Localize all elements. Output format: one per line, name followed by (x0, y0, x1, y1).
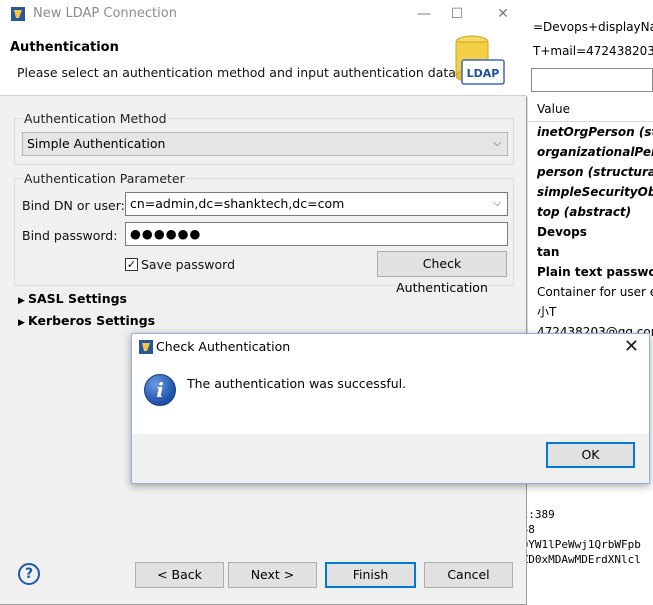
table-row[interactable]: 小T (528, 302, 653, 322)
bind-password-input[interactable]: ●●●●●● (125, 222, 508, 246)
table-row[interactable]: inetOrgPerson (str (528, 122, 653, 142)
maximize-icon[interactable]: ☐ (446, 3, 468, 25)
modal-title: Check Authentication (156, 339, 291, 354)
next-button[interactable]: Next > (228, 562, 317, 588)
ok-button[interactable]: OK (546, 442, 635, 468)
sasl-settings-label: SASL Settings (28, 291, 127, 306)
background-filter-input[interactable] (531, 68, 653, 92)
kerberos-settings-expander[interactable]: ▶ Kerberos Settings (18, 313, 155, 328)
auth-parameter-group: Authentication Parameter Bind DN or user… (14, 171, 514, 295)
background-log-line: 148 (515, 523, 653, 536)
bind-dn-combo[interactable]: cn=admin,dc=shanktech,dc=com ⌵ (125, 192, 508, 216)
auth-method-select[interactable]: Simple Authentication ⌵ (22, 132, 508, 156)
background-log-line: st:389 (515, 508, 555, 521)
ldap-database-icon: LDAP (455, 35, 505, 85)
background-log-line: bZD0xMDAwMDErdXNlcl (515, 553, 641, 566)
wizard-header: Authentication Please select an authenti… (0, 28, 527, 96)
close-icon[interactable]: ✕ (492, 3, 514, 25)
kerberos-settings-label: Kerberos Settings (28, 313, 156, 328)
table-row[interactable]: tan (528, 242, 653, 262)
background-attr-line: T+mail=472438203@ (533, 44, 653, 58)
auth-parameter-group-label: Authentication Parameter (23, 171, 186, 186)
table-row[interactable]: Container for user e (528, 282, 653, 302)
triangle-right-icon: ▶ (18, 296, 25, 306)
footer-separator (0, 548, 527, 549)
check-authentication-button[interactable]: Check Authentication (377, 251, 507, 295)
app-icon (11, 7, 25, 21)
check-authentication-dialog: Check Authentication ✕ i The authenticat… (131, 333, 650, 484)
modal-message: The authentication was successful. (187, 376, 407, 391)
save-password-label: Save password (141, 257, 236, 272)
app-icon (139, 340, 153, 354)
finish-button[interactable]: Finish (325, 562, 416, 588)
cancel-button[interactable]: Cancel (424, 562, 513, 588)
table-row[interactable]: person (structural) (528, 162, 653, 182)
background-attr-line: =Devops+displayNam (533, 20, 653, 34)
bind-dn-label: Bind DN or user: (22, 198, 125, 213)
modal-titlebar[interactable]: Check Authentication ✕ (132, 334, 649, 360)
auth-method-value: Simple Authentication (27, 136, 166, 151)
page-description: Please select an authentication method a… (17, 65, 460, 80)
background-log-line: LOYW1lPeWwj1QrbWFpb (515, 538, 641, 551)
page-title: Authentication (10, 40, 119, 55)
bind-password-label: Bind password: (22, 228, 118, 243)
auth-method-group-label: Authentication Method (23, 111, 168, 126)
ldap-icon-label: LDAP (467, 67, 500, 80)
auth-method-group: Authentication Method Simple Authenticat… (14, 111, 514, 165)
save-password-checkbox[interactable]: ✓ (125, 258, 138, 271)
table-row[interactable]: Plain text password (528, 262, 653, 282)
table-row[interactable]: top (abstract) (528, 202, 653, 222)
minimize-icon[interactable]: — (413, 3, 435, 25)
chevron-down-icon: ⌵ (493, 138, 501, 149)
modal-footer: OK (132, 434, 649, 483)
new-ldap-connection-dialog: New LDAP Connection — ☐ ✕ Authentication… (0, 0, 527, 605)
chevron-down-icon: ⌵ (493, 198, 501, 209)
sasl-settings-expander[interactable]: ▶ SASL Settings (18, 291, 127, 306)
help-icon[interactable]: ? (18, 563, 40, 585)
dialog-title: New LDAP Connection (33, 6, 177, 21)
table-row[interactable]: simpleSecurityObje (528, 182, 653, 202)
table-header-value[interactable]: Value (528, 97, 653, 122)
table-row[interactable]: Devops (528, 222, 653, 242)
close-icon[interactable]: ✕ (624, 336, 639, 358)
back-button[interactable]: < Back (135, 562, 224, 588)
background-attribute-table: Value inetOrgPerson (str organizationalPe… (527, 97, 653, 347)
triangle-right-icon: ▶ (18, 318, 25, 328)
table-row[interactable]: organizationalPers (528, 142, 653, 162)
dialog-titlebar[interactable]: New LDAP Connection — ☐ ✕ (0, 0, 527, 28)
modal-body (132, 360, 649, 443)
bind-dn-value: cn=admin,dc=shanktech,dc=com (130, 196, 345, 211)
info-icon: i (144, 374, 176, 406)
